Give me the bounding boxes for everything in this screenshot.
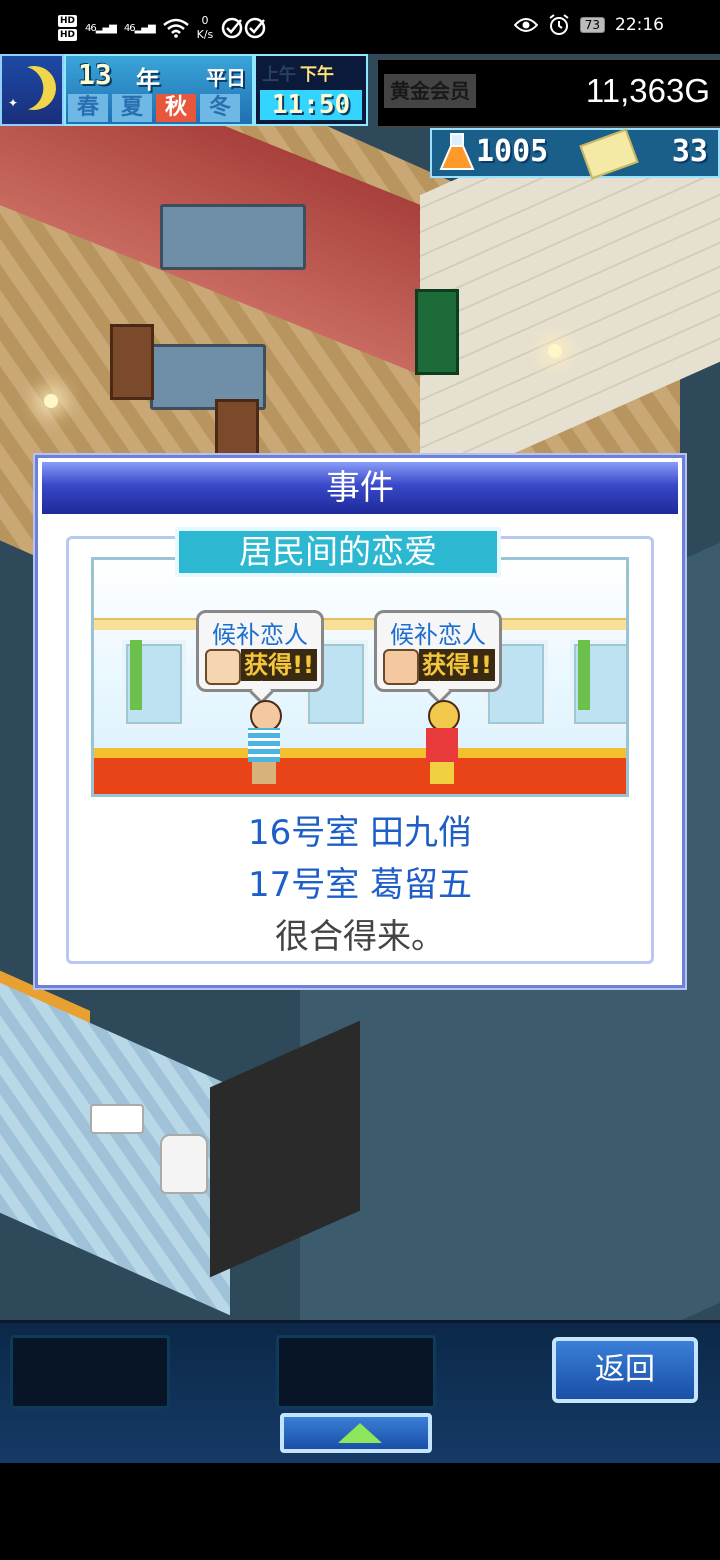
- sink: [90, 1104, 144, 1134]
- status-bar: HD HD 46▂▄▆ 46▂▄▆ 0 K/s 73 22:16: [0, 0, 720, 54]
- back-button[interactable]: 返回: [552, 1337, 698, 1403]
- bubble-title: 候补恋人: [390, 621, 486, 649]
- bubble-badge: 获得!!: [419, 649, 495, 681]
- season-autumn: 秋: [156, 94, 196, 122]
- wall-rail: [94, 618, 626, 630]
- floor-strip: [94, 748, 626, 794]
- eye-icon: [513, 18, 538, 32]
- expand-menu-button[interactable]: [280, 1413, 432, 1453]
- day-type: 平日: [206, 66, 246, 90]
- char-legs: [430, 762, 454, 784]
- event-illustration: 候补恋人 获得!! 候补恋人 获得!!: [91, 557, 629, 797]
- speech-bubble-right: 候补恋人 获得!!: [374, 610, 502, 692]
- money-amount: 11,363G: [585, 72, 710, 109]
- room-door: [110, 324, 154, 400]
- time-panel: 上午 下午 11:50: [254, 54, 368, 126]
- event-dialog: 事件 候补恋人 获得!! 候补恋人 获得!! 居民间的恋爱 16号室 田九俏 1…: [35, 455, 685, 988]
- am-label: 上午: [262, 65, 296, 85]
- game-clock: 11:50: [260, 90, 362, 120]
- bubble-badge: 获得!!: [241, 649, 317, 681]
- star-icon: ✦: [8, 96, 19, 110]
- event-line-1: 16号室 田九俏: [247, 813, 473, 853]
- girl-face-icon: [205, 649, 241, 685]
- ticket-count: 33: [671, 134, 708, 169]
- lamp-icon: [44, 394, 58, 408]
- calendar-panel: 13 年 平日 春 夏 秋 冬: [64, 54, 254, 126]
- lamp-icon: [548, 344, 562, 358]
- year-label: 年: [136, 66, 160, 94]
- year-number: 13: [78, 58, 112, 91]
- season-spring: 春: [68, 94, 108, 122]
- money-panel: 黄金会员 11,363G: [378, 58, 720, 128]
- season-row: 春 夏 秋 冬: [68, 94, 240, 122]
- boy-character: [244, 700, 284, 785]
- check-circle-icon: [222, 17, 266, 39]
- signal-2-icon: 46▂▄▆: [123, 22, 156, 34]
- signal-2-label: 46: [123, 22, 136, 34]
- alarm-icon: [549, 14, 569, 35]
- toolbar-slot-2[interactable]: [276, 1335, 436, 1409]
- char-body: [426, 728, 458, 762]
- status-right: 73 22:16: [513, 14, 664, 36]
- event-line-3: 很合得来。: [275, 917, 445, 957]
- event-text: 16号室 田九俏 17号室 葛留五 很合得来。: [69, 807, 651, 963]
- dialog-body: 候补恋人 获得!! 候补恋人 获得!! 居民间的恋爱 16号室 田九俏 17号室…: [66, 527, 654, 964]
- net-speed-unit: K/s: [196, 28, 214, 41]
- net-speed: 0 K/s: [197, 14, 214, 42]
- flask-icon: [439, 133, 475, 170]
- char-legs: [252, 762, 276, 784]
- char-body: [248, 728, 280, 762]
- girl-character: [422, 700, 462, 785]
- event-line-2: 17号室 葛留五: [247, 865, 473, 905]
- hd-badge-2: HD: [58, 29, 78, 41]
- toolbar-slot-1[interactable]: [10, 1335, 170, 1409]
- curtain: [130, 640, 142, 710]
- signal-1-icon: 46▂▄▆: [85, 22, 117, 34]
- bubble-title: 候补恋人: [212, 621, 308, 649]
- net-speed-value: 0: [201, 14, 209, 27]
- toilet: [160, 1134, 208, 1194]
- member-rank: 黄金会员: [384, 74, 476, 108]
- dialog-title: 事件: [42, 462, 678, 514]
- battery-indicator: 73: [579, 17, 605, 33]
- hd-badge-1: HD: [58, 15, 78, 27]
- research-points: 1005: [476, 134, 549, 169]
- ticket-icon: [579, 128, 639, 180]
- resource-panel: 1005 33: [430, 128, 720, 180]
- hd-badges: HD HD: [58, 14, 78, 42]
- curtain: [578, 640, 590, 710]
- status-left: HD HD 46▂▄▆ 46▂▄▆ 0 K/s: [58, 8, 267, 48]
- bottom-toolbar: 返回: [0, 1320, 720, 1463]
- season-summer: 夏: [112, 94, 152, 122]
- event-banner: 居民间的恋爱: [175, 527, 501, 577]
- up-arrow-icon: [338, 1423, 382, 1443]
- green-door: [415, 289, 459, 375]
- night-indicator: ✦: [0, 54, 64, 126]
- bed: [160, 204, 306, 270]
- pm-label: 下午: [300, 65, 334, 85]
- speech-bubble-left: 候补恋人 获得!!: [196, 610, 324, 692]
- boy-face-icon: [383, 649, 419, 685]
- wifi-icon: [162, 18, 189, 38]
- season-winter: 冬: [200, 94, 240, 122]
- signal-1-label: 46: [85, 22, 97, 34]
- status-time: 22:16: [615, 15, 664, 35]
